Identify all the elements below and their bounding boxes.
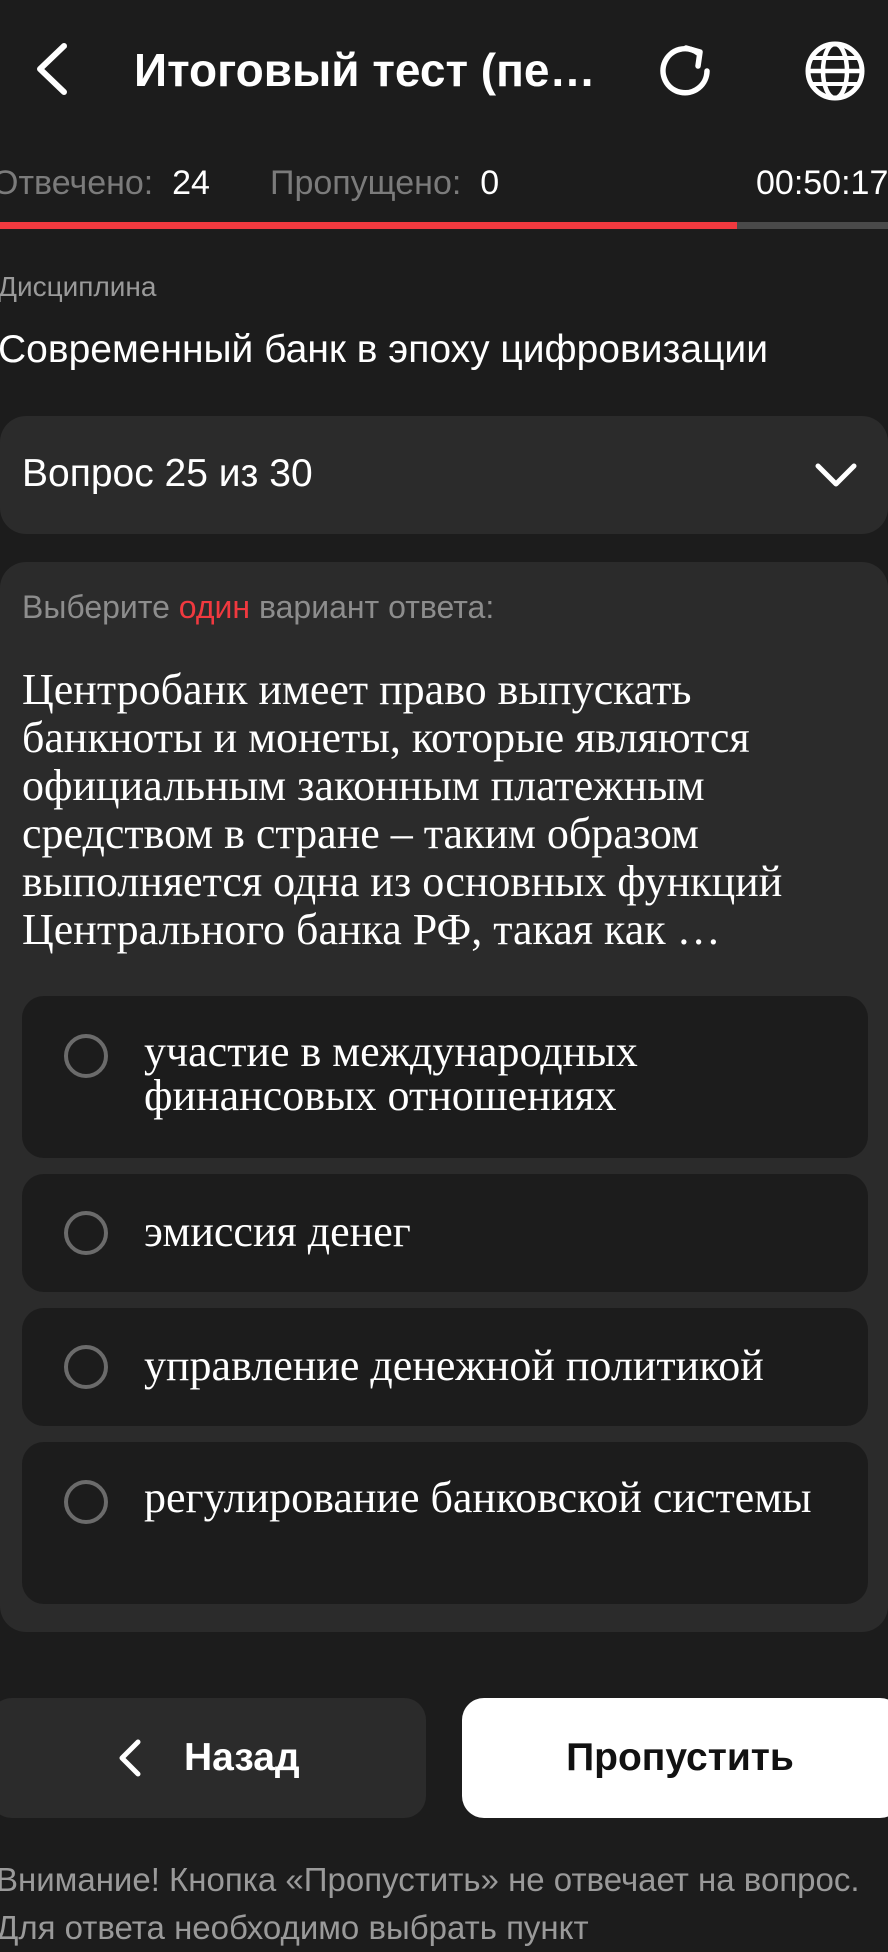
question-card: Выберите один вариант ответа: Центробанк… <box>0 562 888 1632</box>
chevron-left-icon <box>119 1739 141 1777</box>
refresh-button[interactable] <box>652 38 718 104</box>
answer-instruction: Выберите один вариант ответа: <box>22 584 494 630</box>
progress-fill <box>0 222 738 229</box>
skipped-label: Пропущено: <box>270 164 462 202</box>
chevron-left-icon <box>37 43 67 95</box>
radio-button[interactable] <box>64 1034 108 1078</box>
option-text: управление денежной политикой <box>144 1341 764 1390</box>
radio-button[interactable] <box>64 1345 108 1389</box>
skipped-stat: Пропущено: 0 <box>270 158 499 208</box>
skipped-count: 0 <box>480 164 500 202</box>
chevron-down-icon <box>815 463 857 487</box>
instruction-prefix: Выберите <box>22 589 170 625</box>
timer: 00:50:17 <box>756 164 888 202</box>
answered-stat: Отвечено: 24 <box>0 158 210 208</box>
question-number: Вопрос 25 из 30 <box>22 452 313 495</box>
discipline-label: Дисциплина <box>0 271 157 302</box>
discipline-name: Современный банк в эпоху цифровизации <box>0 328 768 371</box>
radio-button[interactable] <box>64 1211 108 1255</box>
option-text: участие в международных финансовых отнош… <box>144 1027 638 1120</box>
instruction-suffix: вариант ответа: <box>258 589 495 625</box>
language-button[interactable] <box>802 38 868 104</box>
radio-button[interactable] <box>64 1480 108 1524</box>
skip-notice: Внимание! Кнопка «Пропустить» не отвечае… <box>0 1861 860 1946</box>
question-text: Центробанк имеет право выпускать банкнот… <box>22 665 783 954</box>
page-title: Итоговый тест (пе… <box>134 44 594 96</box>
skip-button-label: Пропустить <box>566 1736 794 1779</box>
answer-option[interactable]: регулирование банковской системы <box>22 1442 868 1604</box>
option-text: эмиссия денег <box>144 1207 411 1256</box>
answered-count: 24 <box>172 164 210 202</box>
back-arrow-button[interactable] <box>26 36 76 102</box>
instruction-highlight: один <box>178 589 251 625</box>
answered-label: Отвечено: <box>0 164 154 202</box>
answer-option[interactable]: управление денежной политикой <box>22 1308 868 1426</box>
globe-icon <box>805 41 865 101</box>
progress-bar <box>0 222 888 229</box>
skip-button[interactable]: Пропустить <box>462 1698 888 1818</box>
back-button-label: Назад <box>184 1736 300 1779</box>
refresh-icon <box>660 45 710 96</box>
option-text: регулирование банковской системы <box>144 1473 812 1522</box>
answer-option[interactable]: участие в международных финансовых отнош… <box>22 996 868 1158</box>
answer-option[interactable]: эмиссия денег <box>22 1174 868 1292</box>
back-button[interactable]: Назад <box>0 1698 426 1818</box>
question-selector[interactable]: Вопрос 25 из 30 <box>0 416 888 534</box>
